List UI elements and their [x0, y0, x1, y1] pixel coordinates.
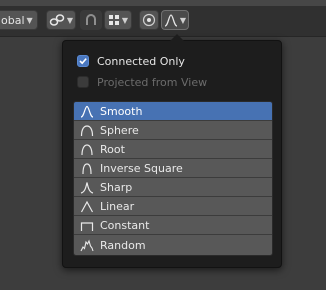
checkbox-unchecked-icon: [77, 76, 89, 88]
falloff-item-smooth[interactable]: Smooth: [74, 102, 272, 121]
inverse-square-falloff-icon: [82, 162, 92, 174]
smooth-falloff-icon: [164, 14, 178, 27]
falloff-item-sharp[interactable]: Sharp: [74, 178, 272, 197]
falloff-item-linear[interactable]: Linear: [74, 197, 272, 216]
chevron-down-icon: ▼: [66, 15, 74, 25]
proportional-editing-toggle[interactable]: [139, 10, 159, 30]
falloff-dropdown[interactable]: ▼: [161, 10, 189, 30]
link-icon: [49, 14, 65, 26]
falloff-item-root[interactable]: Root: [74, 140, 272, 159]
sphere-falloff-icon: [80, 124, 94, 136]
snap-toggle[interactable]: [80, 10, 102, 30]
proportional-editing-icon: [142, 13, 156, 27]
linear-falloff-icon: [80, 200, 94, 212]
falloff-item-sphere[interactable]: Sphere: [74, 121, 272, 140]
falloff-item-label: Smooth: [100, 104, 143, 118]
projected-from-view-label: Projected from View: [97, 75, 208, 89]
chevron-down-icon: ▼: [26, 15, 33, 25]
smooth-falloff-icon: [80, 105, 94, 118]
falloff-item-inverse-square[interactable]: Inverse Square: [74, 159, 272, 178]
popover-arrow: [170, 34, 184, 41]
falloff-item-label: Linear: [100, 199, 135, 213]
connected-only-label: Connected Only: [97, 54, 185, 68]
root-falloff-icon: [81, 143, 93, 155]
constant-falloff-icon: [80, 221, 94, 231]
sharp-falloff-icon: [80, 181, 94, 194]
snap-target-dropdown[interactable]: ▼: [104, 10, 132, 30]
random-falloff-icon: [80, 239, 94, 251]
viewport-header: obal ▼ ▼ ▼ ▼: [0, 6, 326, 37]
chevron-down-icon: ▼: [121, 15, 129, 25]
falloff-item-random[interactable]: Random: [74, 235, 272, 255]
falloff-item-label: Inverse Square: [100, 161, 183, 175]
falloff-item-label: Sphere: [100, 123, 139, 137]
proportional-editing-popover: Connected Only Projected from View Smoot…: [62, 34, 282, 268]
projected-from-view-checkbox[interactable]: Projected from View: [77, 73, 207, 91]
falloff-item-constant[interactable]: Constant: [74, 216, 272, 235]
connected-only-checkbox[interactable]: Connected Only: [77, 52, 185, 70]
checkbox-checked-icon: [77, 55, 89, 67]
falloff-item-label: Root: [100, 142, 125, 156]
grid-icon: [108, 15, 119, 25]
orientation-label: obal: [1, 13, 25, 27]
falloff-item-label: Sharp: [100, 180, 133, 194]
falloff-list: Smooth Sphere Root Inverse Square Sharp: [73, 101, 273, 256]
transform-orientation-dropdown[interactable]: obal ▼: [0, 10, 38, 30]
magnet-icon: [86, 14, 96, 25]
pivot-point-dropdown[interactable]: ▼: [46, 10, 76, 30]
chevron-down-icon: ▼: [179, 15, 187, 25]
falloff-item-label: Constant: [100, 218, 150, 232]
falloff-item-label: Random: [100, 238, 146, 252]
